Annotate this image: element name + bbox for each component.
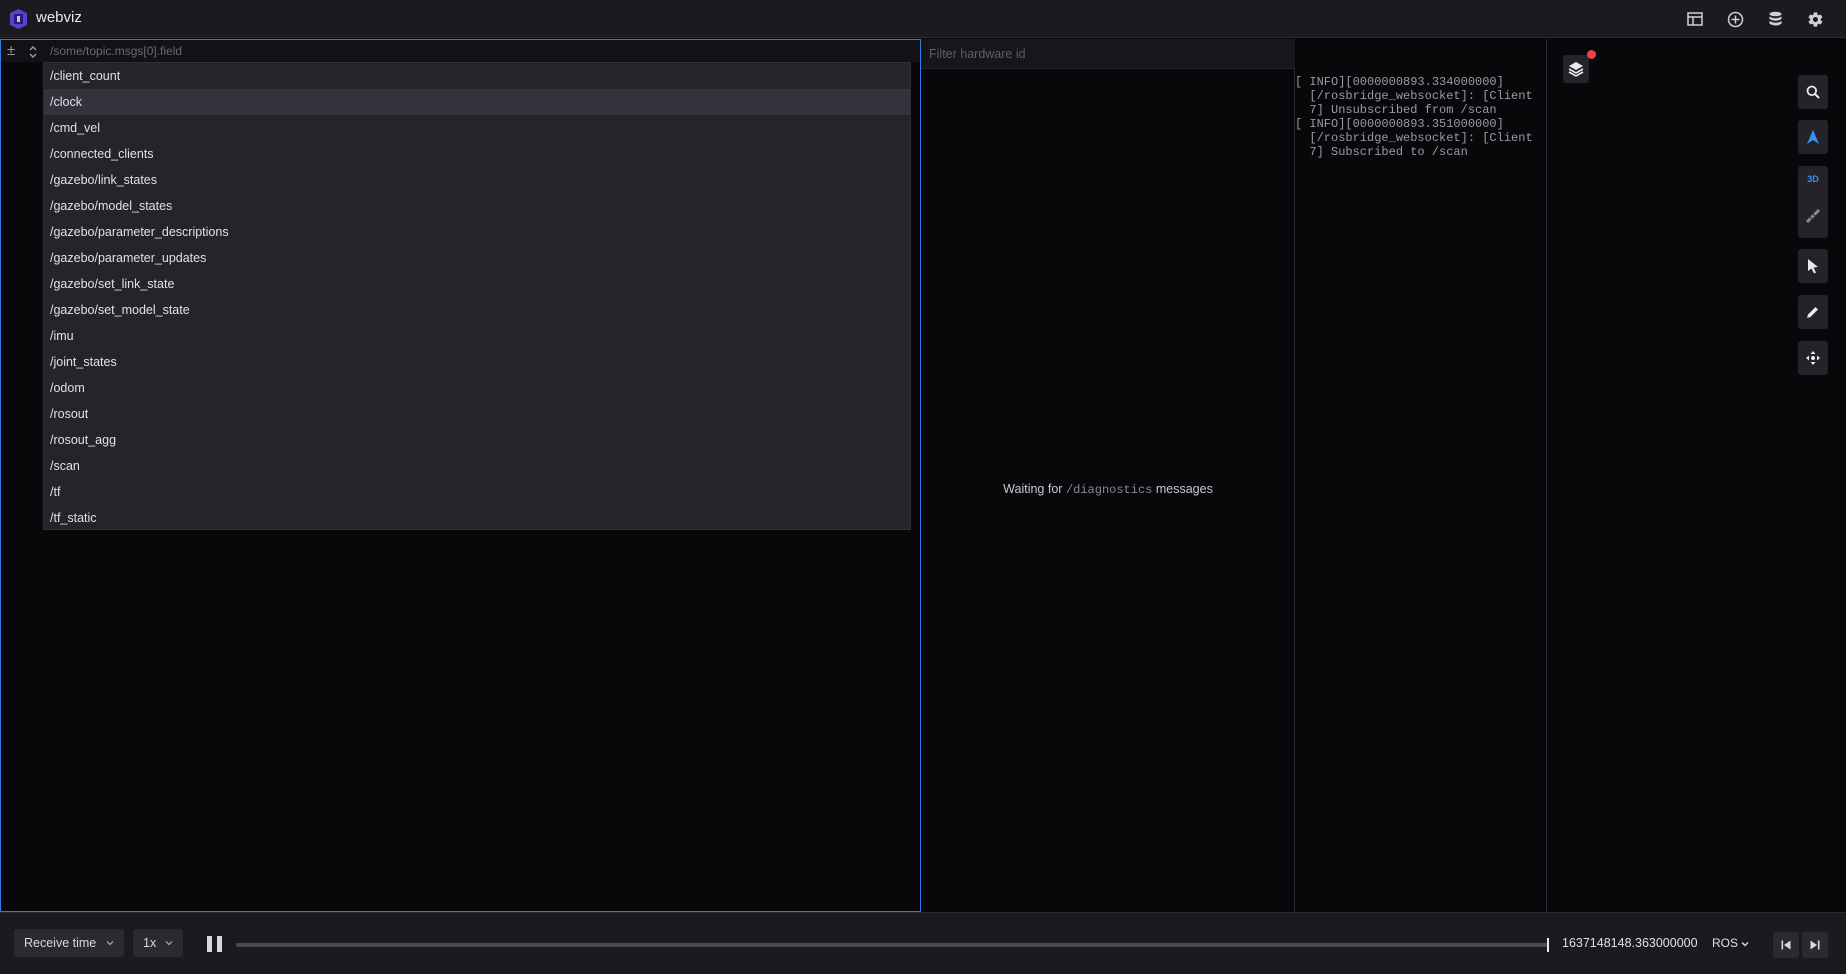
3d-mode-toggle[interactable]: 3D bbox=[1798, 174, 1828, 184]
topic-option[interactable]: /gazebo/link_states bbox=[44, 167, 910, 193]
3d-panel: 3D bbox=[1547, 39, 1846, 912]
error-indicator-dot bbox=[1587, 50, 1596, 59]
camera-mode-group: 3D bbox=[1798, 166, 1828, 238]
seek-backward-button[interactable] bbox=[1773, 932, 1799, 958]
topic-option[interactable]: /rosout bbox=[44, 401, 910, 427]
topic-option[interactable]: /joint_states bbox=[44, 349, 910, 375]
draw-button[interactable] bbox=[1798, 295, 1828, 329]
time-format-select[interactable]: ROS bbox=[1712, 936, 1738, 950]
filter-bar bbox=[921, 39, 1295, 69]
navigation-arrow-icon bbox=[1807, 130, 1819, 144]
topic-autocomplete-dropdown: /client_count /clock /cmd_vel /connected… bbox=[43, 62, 911, 530]
log-line: [ INFO][0000000893.334000000] bbox=[1295, 75, 1504, 89]
topic-option[interactable]: /odom bbox=[44, 375, 910, 401]
playback-bar: Receive time 1x 1637148148.363000000 ROS bbox=[0, 912, 1846, 974]
app-title: webviz bbox=[36, 9, 82, 26]
search-button[interactable] bbox=[1798, 75, 1828, 109]
log-line: [/rosbridge_websocket]: [Client bbox=[1295, 89, 1533, 103]
topic-option[interactable]: /clock bbox=[44, 89, 910, 115]
topic-option[interactable]: /rosout_agg bbox=[44, 427, 910, 453]
add-panel-icon[interactable] bbox=[1724, 8, 1746, 30]
waiting-prefix: Waiting for bbox=[1003, 482, 1063, 496]
chevron-down-icon[interactable] bbox=[1741, 940, 1749, 948]
path-bar: ± bbox=[1, 40, 920, 62]
topic-option[interactable]: /client_count bbox=[44, 63, 910, 89]
waiting-message: Waiting for /diagnostics messages bbox=[921, 482, 1295, 497]
log-line: [ INFO][0000000893.351000000] bbox=[1295, 117, 1504, 131]
layers-icon bbox=[1568, 62, 1584, 77]
topic-option[interactable]: /tf_static bbox=[44, 505, 910, 531]
skip-back-icon bbox=[1781, 940, 1791, 950]
plus-minus-icon[interactable]: ± bbox=[7, 42, 15, 59]
log-line: 7] Unsubscribed from /scan bbox=[1295, 103, 1497, 117]
move-arrows-icon bbox=[1806, 351, 1820, 365]
log-line: [/rosbridge_websocket]: [Client bbox=[1295, 131, 1533, 145]
layers-button[interactable] bbox=[1563, 55, 1589, 83]
topic-option[interactable]: /gazebo/model_states bbox=[44, 193, 910, 219]
topic-option[interactable]: /gazebo/set_link_state bbox=[44, 271, 910, 297]
current-timestamp: 1637148148.363000000 bbox=[1562, 936, 1698, 950]
playback-timeline[interactable] bbox=[236, 943, 1548, 947]
topic-option[interactable]: /imu bbox=[44, 323, 910, 349]
topic-option[interactable]: /gazebo/set_model_state bbox=[44, 297, 910, 323]
pencil-icon bbox=[1807, 307, 1818, 318]
chevron-down-icon bbox=[106, 941, 114, 946]
select-object-button[interactable] bbox=[1798, 249, 1828, 283]
time-mode-label: Receive time bbox=[24, 936, 97, 950]
log-line: 7] Subscribed to /scan bbox=[1295, 145, 1468, 159]
move-camera-button[interactable] bbox=[1798, 341, 1828, 375]
topic-option[interactable]: /connected_clients bbox=[44, 141, 910, 167]
chevron-up-down-icon[interactable] bbox=[28, 44, 38, 60]
layout-icon[interactable] bbox=[1684, 8, 1706, 30]
speed-select[interactable]: 1x bbox=[133, 929, 183, 957]
pause-icon bbox=[207, 936, 212, 952]
search-icon bbox=[1806, 85, 1820, 99]
rosout-panel: [ INFO][0000000893.334000000] [/rosbridg… bbox=[1295, 39, 1547, 912]
pause-button[interactable] bbox=[207, 936, 223, 952]
top-bar: webviz bbox=[0, 0, 1846, 38]
settings-icon[interactable] bbox=[1804, 8, 1826, 30]
follow-button[interactable] bbox=[1798, 120, 1828, 154]
topic-option[interactable]: /gazebo/parameter_updates bbox=[44, 245, 910, 271]
topic-option[interactable]: /tf bbox=[44, 479, 910, 505]
topic-option[interactable]: /gazebo/parameter_descriptions bbox=[44, 219, 910, 245]
cursor-icon bbox=[1808, 259, 1818, 274]
skip-forward-icon bbox=[1810, 940, 1820, 950]
speed-label: 1x bbox=[143, 936, 157, 950]
seek-forward-button[interactable] bbox=[1802, 932, 1828, 958]
pause-icon bbox=[217, 936, 222, 952]
topic-option[interactable]: /scan bbox=[44, 453, 910, 479]
timeline-scrubber[interactable] bbox=[1547, 938, 1549, 952]
hardware-id-filter-input[interactable] bbox=[929, 46, 1279, 62]
waiting-suffix: messages bbox=[1155, 482, 1213, 496]
data-source-icon[interactable] bbox=[1764, 8, 1786, 30]
message-path-input[interactable] bbox=[50, 43, 910, 59]
waiting-topic: /diagnostics bbox=[1065, 483, 1153, 497]
topic-option[interactable]: /cmd_vel bbox=[44, 115, 910, 141]
diagnostics-panel: Waiting for /diagnostics messages bbox=[921, 39, 1295, 912]
chevron-down-icon bbox=[165, 941, 173, 946]
ruler-icon[interactable] bbox=[1805, 208, 1821, 224]
time-mode-select[interactable]: Receive time bbox=[14, 929, 124, 957]
webviz-logo-icon bbox=[10, 9, 27, 29]
